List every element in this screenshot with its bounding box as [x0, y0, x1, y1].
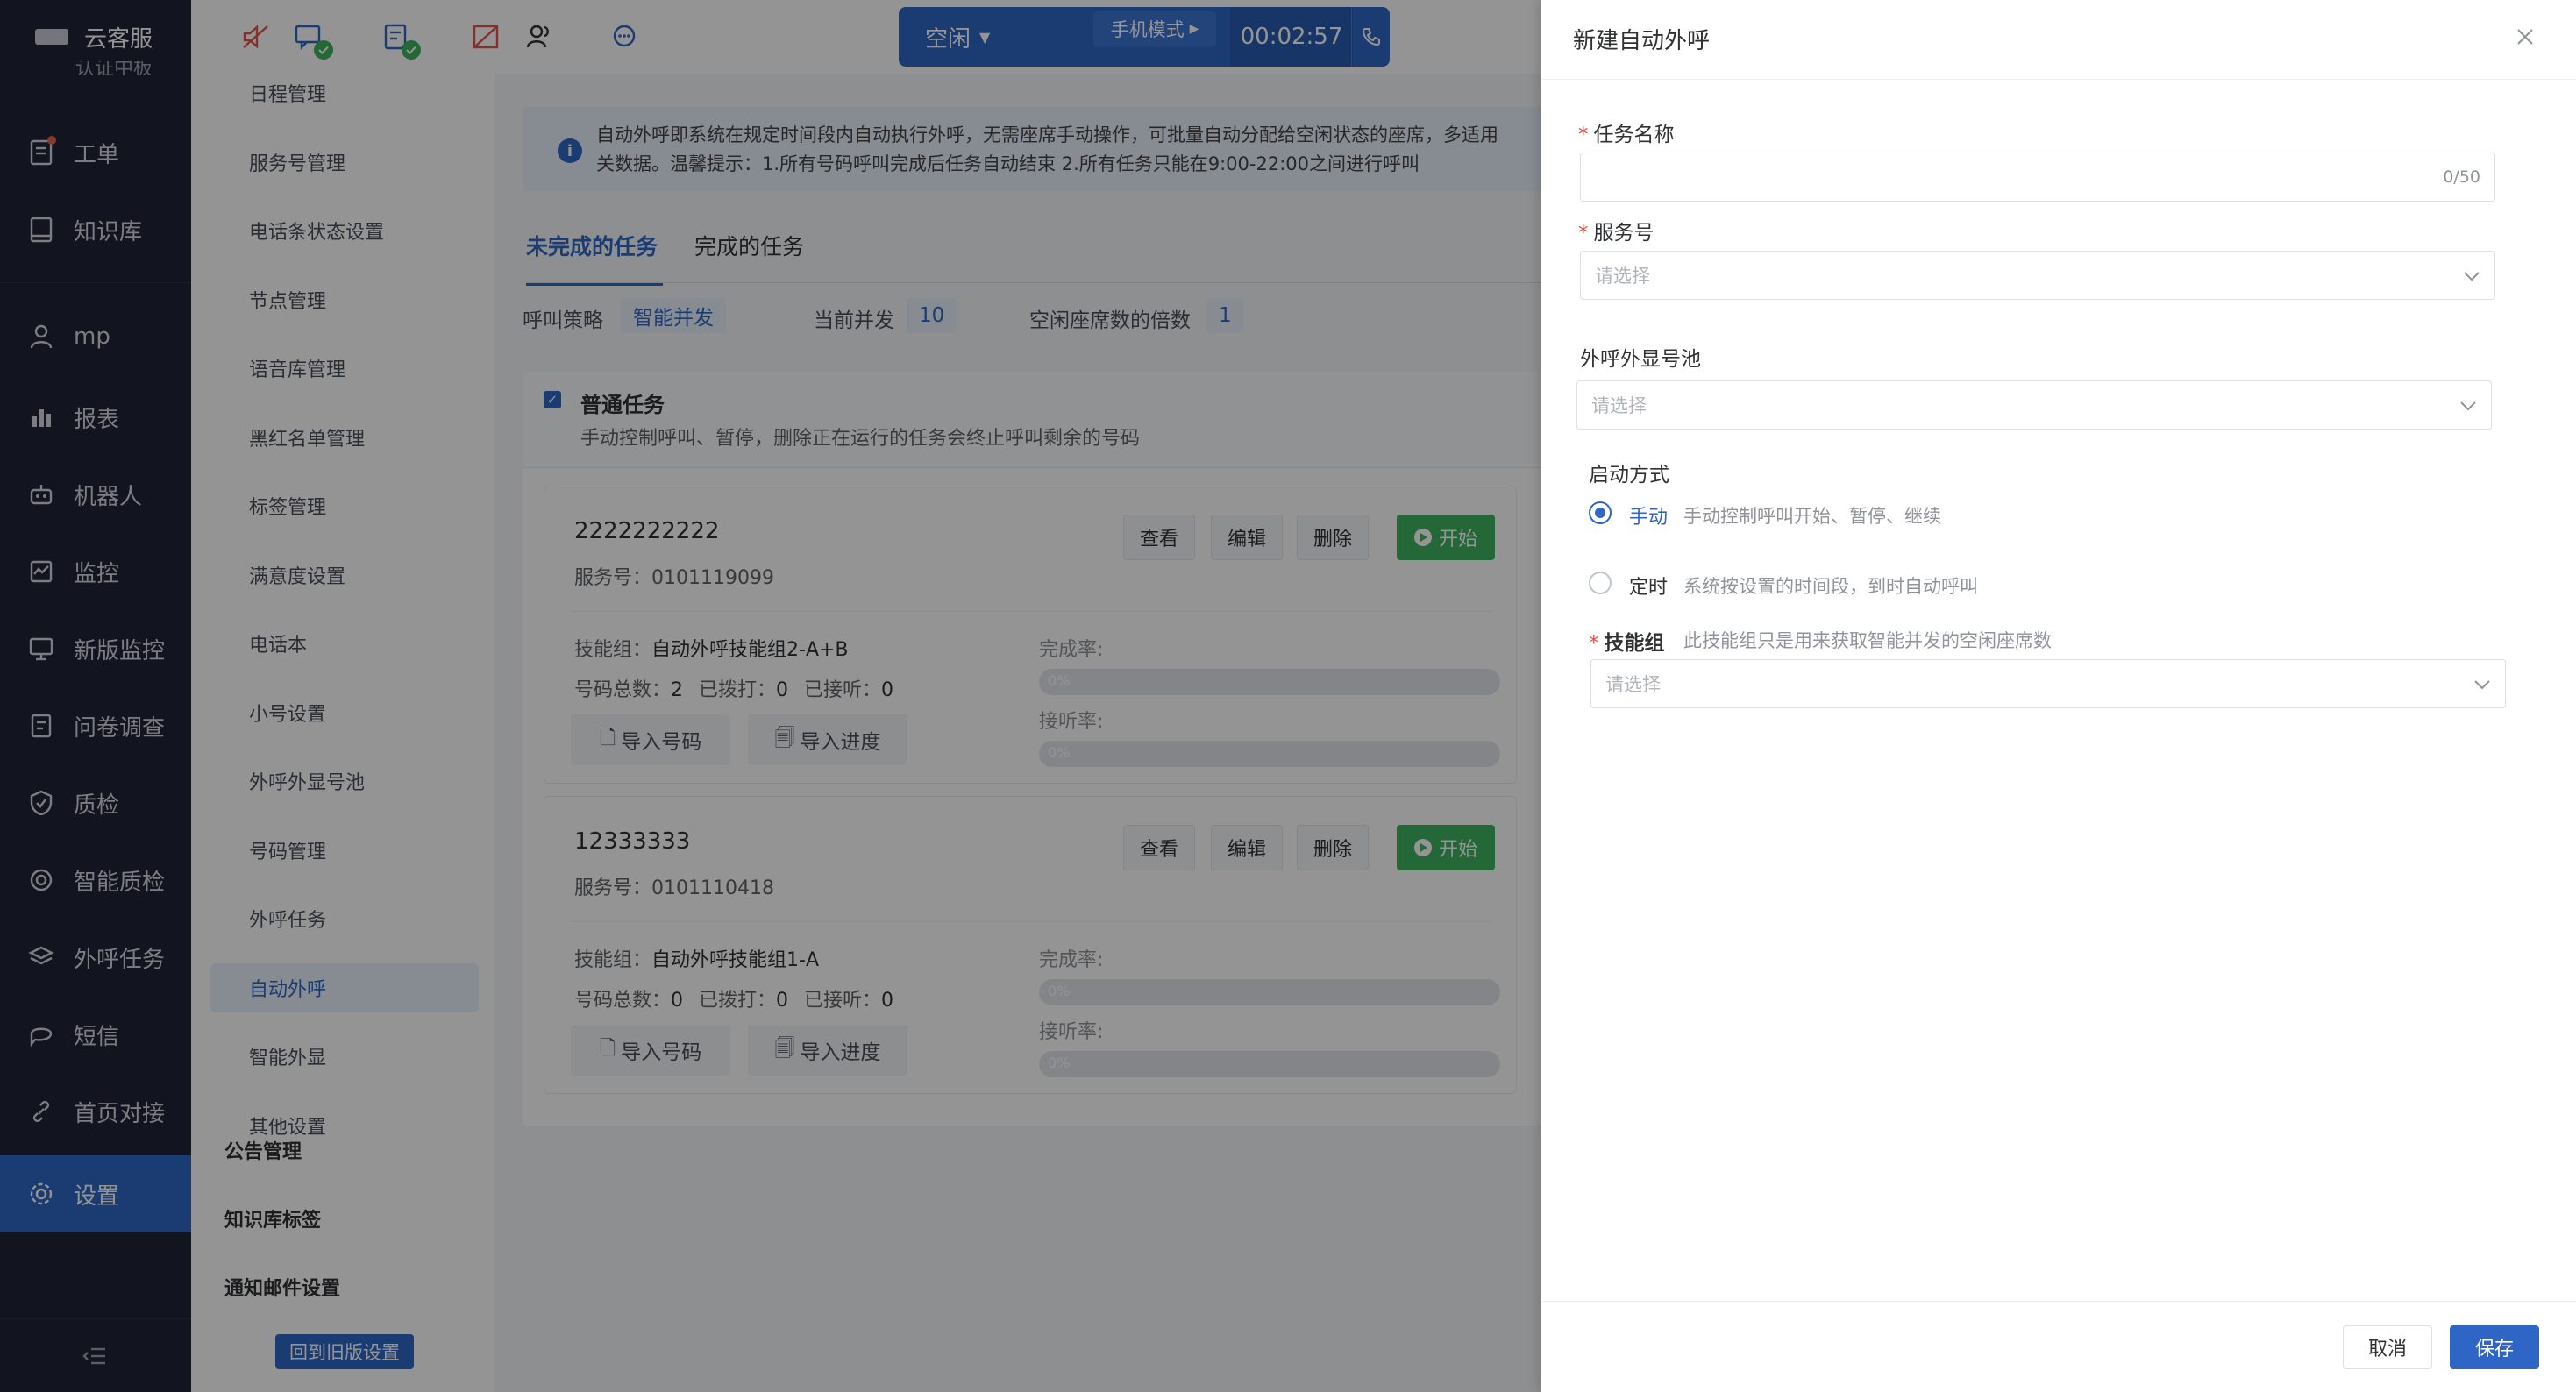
- new-auto-outbound-drawer: 新建自动外呼 * 任务名称 0/50 * 服务号 请选择 外呼外显号池 请选择 启动…: [1541, 0, 2576, 1392]
- required-mark: *: [1578, 222, 1589, 245]
- skill-desc: 此技能组只是用来获取智能并发的空闲座席数: [1683, 630, 2052, 651]
- chevron-down-icon: [2463, 265, 2480, 286]
- task-name-input[interactable]: 0/50: [1580, 153, 2495, 202]
- drawer-header-divider: [1541, 79, 2576, 80]
- save-button[interactable]: 保存: [2450, 1325, 2539, 1369]
- skill-label: * 技能组: [1589, 632, 1665, 655]
- chevron-down-icon: [2473, 673, 2491, 694]
- service-select[interactable]: 请选择: [1580, 251, 2495, 300]
- cancel-button[interactable]: 取消: [2343, 1325, 2432, 1369]
- pool-select[interactable]: 请选择: [1576, 380, 2492, 430]
- skill-placeholder: 请选择: [1605, 674, 1661, 695]
- manual-desc: 手动控制呼叫开始、暂停、继续: [1683, 506, 1941, 527]
- chevron-down-icon: [2459, 394, 2477, 415]
- radio-timed[interactable]: [1589, 572, 1612, 594]
- close-icon[interactable]: [2509, 21, 2541, 53]
- required-mark: *: [1578, 124, 1589, 146]
- start-mode-label: 启动方式: [1589, 464, 1669, 486]
- manual-label[interactable]: 手动: [1629, 501, 1668, 529]
- timed-label[interactable]: 定时: [1629, 572, 1668, 600]
- drawer-footer-divider: [1541, 1301, 2576, 1302]
- required-mark: *: [1589, 632, 1599, 655]
- service-label: * 服务号: [1578, 222, 1654, 245]
- drawer-title: 新建自动外呼: [1573, 28, 1711, 54]
- pool-label: 外呼外显号池: [1580, 348, 1701, 371]
- timed-desc: 系统按设置的时间段，到时自动呼叫: [1683, 576, 1978, 597]
- char-counter: 0/50: [2443, 167, 2480, 187]
- pool-placeholder: 请选择: [1591, 395, 1647, 416]
- skill-select[interactable]: 请选择: [1590, 659, 2506, 708]
- modal-mask[interactable]: [0, 0, 1541, 1392]
- task-name-label: * 任务名称: [1578, 124, 1675, 146]
- service-placeholder: 请选择: [1595, 266, 1650, 287]
- radio-manual[interactable]: [1589, 501, 1612, 524]
